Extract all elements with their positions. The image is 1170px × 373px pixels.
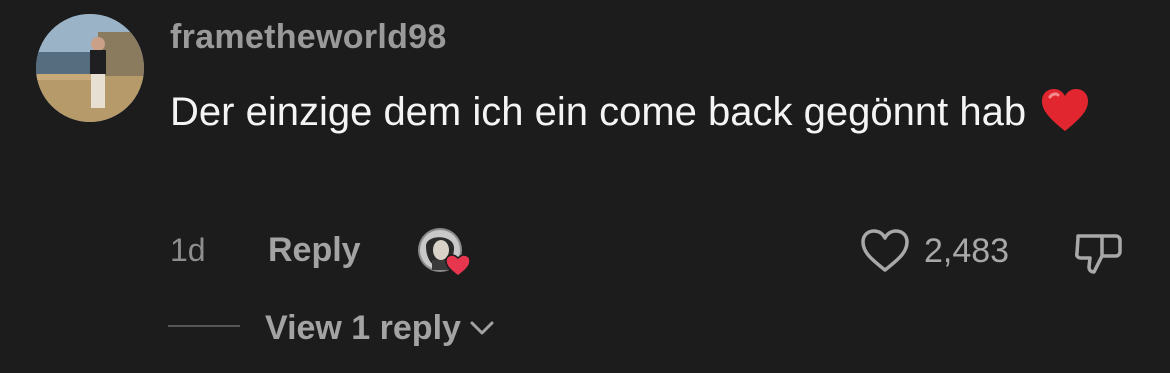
replies-divider bbox=[168, 325, 240, 327]
comment-username[interactable]: frametheworld98 bbox=[170, 18, 447, 57]
comment-body: Der einzige dem ich ein come back gegönn… bbox=[170, 80, 1130, 152]
creator-liked-badge bbox=[418, 226, 471, 278]
like-count: 2,483 bbox=[924, 231, 1010, 270]
chevron-down-icon bbox=[470, 321, 494, 335]
view-replies-button[interactable]: View 1 reply bbox=[265, 306, 495, 350]
like-button[interactable]: 2,483 bbox=[860, 226, 1009, 276]
avatar-photo bbox=[36, 14, 144, 122]
heart-outline-icon bbox=[861, 229, 909, 272]
comment-text: Der einzige dem ich ein come back gegönn… bbox=[170, 90, 1027, 134]
thumbs-down-icon bbox=[1075, 234, 1122, 274]
dislike-button[interactable] bbox=[1072, 226, 1124, 278]
red-heart-emoji-icon bbox=[1040, 87, 1090, 152]
comment-timestamp: 1d bbox=[170, 231, 206, 268]
view-replies-label: View 1 reply bbox=[265, 308, 461, 347]
liked-heart-icon bbox=[445, 254, 471, 277]
reply-button[interactable]: Reply bbox=[268, 228, 361, 272]
commenter-avatar[interactable] bbox=[36, 14, 144, 122]
